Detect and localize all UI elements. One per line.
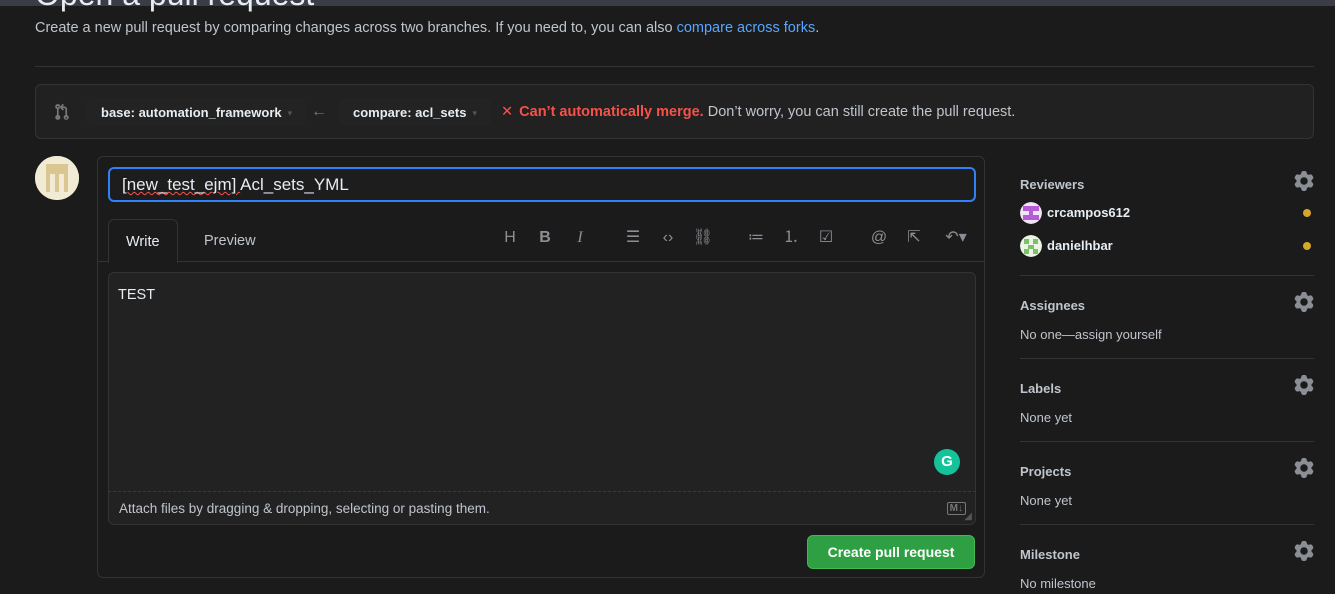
compare-branch-select[interactable]: compare: acl_sets ▾ [339,98,491,126]
tab-preview[interactable]: Preview [187,219,273,262]
reviewer-name: danielhbar [1047,238,1113,253]
sidebar-divider [1020,358,1314,359]
chevron-down-icon: ▾ [472,108,477,119]
grammarly-icon[interactable]: G [934,449,960,475]
merge-status: ✕ Can’t automatically merge. Don’t worry,… [501,104,1015,120]
gear-icon[interactable] [1294,375,1314,395]
merge-error-text: Can’t automatically merge. [519,104,704,120]
title-main: Acl_sets_YML [240,175,349,194]
milestone-heading: Milestone [1020,547,1080,562]
markdown-icon[interactable]: M↓ [946,502,966,515]
code-icon[interactable]: ‹› [657,227,679,249]
reviewer-avatar-icon [1020,202,1042,224]
assignees-heading: Assignees [1020,298,1086,313]
assign-yourself-link[interactable]: No one—assign yourself [1020,327,1314,342]
reviewer-name: crcampos612 [1047,205,1131,220]
projects-heading: Projects [1020,464,1072,479]
gear-icon[interactable] [1294,171,1314,191]
cross-reference-icon[interactable]: ⇱ [903,227,925,249]
subtitle-end: . [815,20,820,36]
reviewers-heading: Reviewers [1020,177,1085,192]
gear-icon[interactable] [1294,541,1314,561]
bold-icon[interactable]: B [534,227,556,249]
reviewers-section: Reviewers [1020,171,1314,192]
subtitle-text: Create a new pull request by comparing c… [35,20,677,36]
base-branch-select[interactable]: base: automation_framework ▾ [87,98,307,126]
reviewer-avatar-icon [1020,235,1042,257]
sidebar-divider [1020,275,1314,276]
unordered-list-icon[interactable]: ≔ [745,227,767,249]
assignees-section: Assignees No one—assign yourself [1020,292,1314,342]
merge-note-text: Don’t worry, you can still create the pu… [707,104,1016,120]
x-icon: ✕ [501,104,514,120]
avatar[interactable] [35,156,79,200]
task-list-icon[interactable]: ☑ [815,227,837,249]
reviewer-item[interactable]: danielhbar [1020,235,1314,257]
avatar-image-icon [35,156,79,200]
labels-section: Labels None yet [1020,375,1314,425]
gear-icon[interactable] [1294,292,1314,312]
ordered-list-icon[interactable]: ⒈ [780,227,802,249]
link-icon[interactable]: ⛓ [692,227,714,249]
projects-value: None yet [1020,493,1073,508]
page-subtitle: Create a new pull request by comparing c… [35,20,819,36]
base-branch-label: base: automation_framework [101,105,282,120]
title-prefix: [new_test_ejm] [122,175,241,194]
pending-status-dot [1303,209,1311,217]
projects-section: Projects None yet [1020,458,1314,508]
pull-request-form: [new_test_ejm] Acl_sets_YML Write Previe… [97,156,985,578]
labels-value: None yet [1020,410,1073,425]
mention-icon[interactable]: @ [868,227,890,249]
compare-across-forks-link[interactable]: compare across forks [677,20,816,36]
comment-body-textarea[interactable]: TEST G ◢ [108,272,976,525]
labels-heading: Labels [1020,381,1062,396]
title-input[interactable]: [new_test_ejm] Acl_sets_YML [108,167,976,202]
compare-icon [55,103,69,120]
sidebar-divider [1020,524,1314,525]
milestone-value: No milestone [1020,576,1096,591]
tab-write[interactable]: Write [108,219,178,263]
heading-icon[interactable]: H [499,227,521,249]
italic-icon[interactable]: I [569,227,591,249]
quote-icon[interactable]: ☰ [622,227,644,249]
milestone-section: Milestone No milestone [1020,541,1314,591]
pending-status-dot [1303,242,1311,250]
arrow-left-icon: ← [311,103,327,120]
gear-icon[interactable] [1294,458,1314,478]
divider [35,66,1314,67]
reviewer-item[interactable]: crcampos612 [1020,202,1314,224]
sidebar-divider [1020,441,1314,442]
comment-body-text: TEST [118,287,156,303]
compare-branch-label: compare: acl_sets [353,105,467,120]
page-title: Open a pull request [35,0,314,10]
create-pull-request-button[interactable]: Create pull request [807,535,975,569]
chevron-down-icon: ▾ [287,108,293,119]
saved-replies-icon[interactable]: ↶▾ [940,227,972,249]
attach-hint: Attach files by dragging & dropping, sel… [119,501,490,516]
compare-bar: base: automation_framework ▾ ← compare: a… [35,84,1314,139]
attach-files-bar[interactable]: Attach files by dragging & dropping, sel… [108,491,976,525]
